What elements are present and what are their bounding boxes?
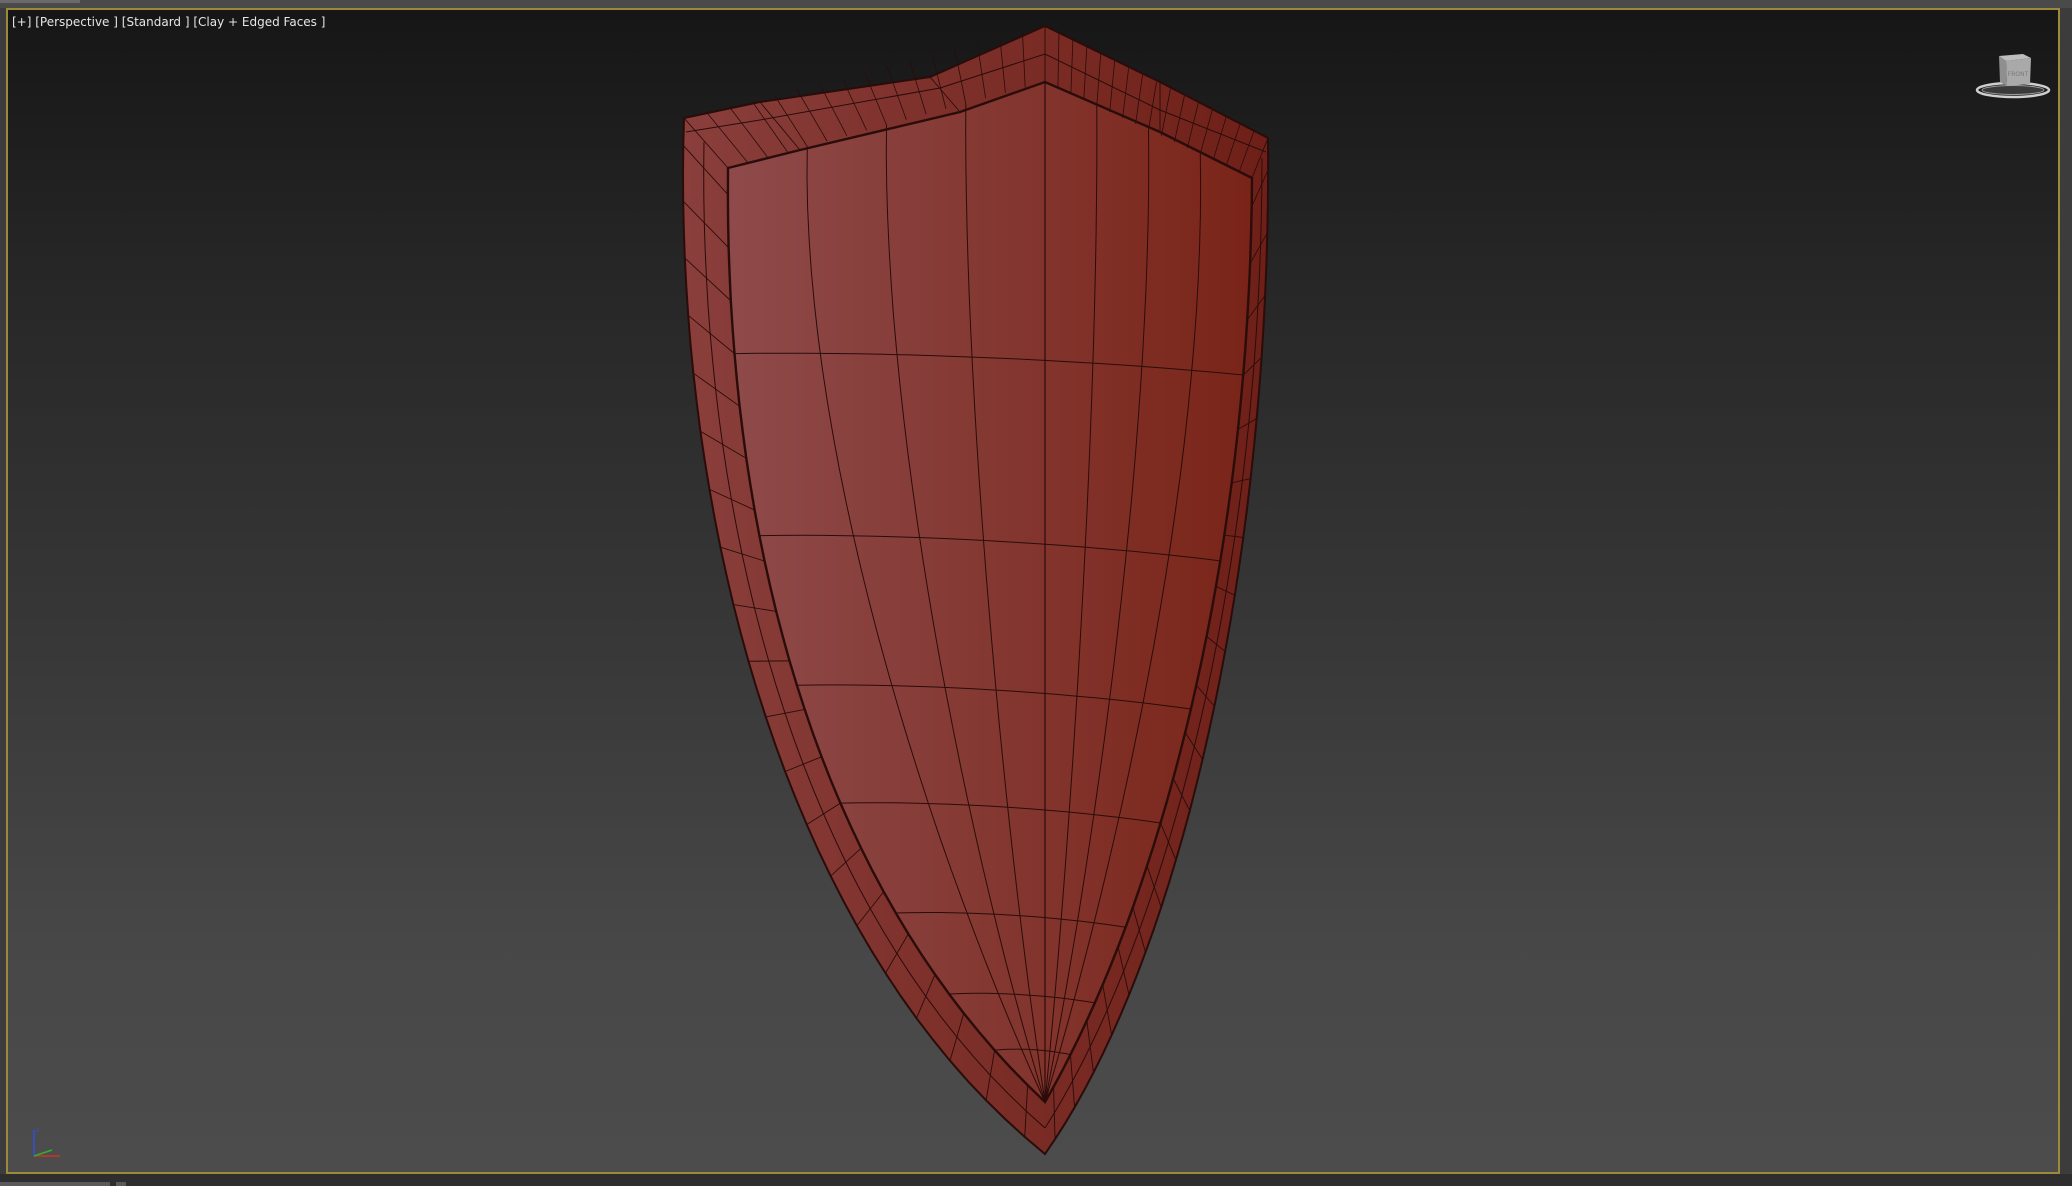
viewport-view-menu[interactable]: [Perspective ] <box>35 15 118 29</box>
scene-canvas[interactable] <box>8 10 2058 1172</box>
shield-mesh[interactable] <box>681 24 1270 1156</box>
axis-z-label: z <box>36 1127 39 1134</box>
viewport-label-menu[interactable]: [+] [Perspective ] [Standard ] [Clay + E… <box>12 15 325 29</box>
shield-face <box>726 80 1254 1104</box>
top-tab[interactable] <box>0 0 80 3</box>
bottom-status-strip <box>0 1174 2072 1186</box>
viewcube-icon[interactable]: FRONT <box>1968 46 2058 106</box>
top-toolbar-strip <box>0 0 2072 8</box>
bottom-tab-small[interactable] <box>116 1182 126 1186</box>
viewport-plus-menu[interactable]: [+] <box>12 15 31 29</box>
viewport-preset-menu[interactable]: [Standard ] <box>122 15 190 29</box>
axis-tripod-icon: z <box>33 1127 60 1157</box>
3d-modeling-app: [+] [Perspective ] [Standard ] [Clay + E… <box>0 0 2072 1186</box>
viewport-shading-menu[interactable]: [Clay + Edged Faces ] <box>193 15 325 29</box>
perspective-viewport[interactable]: [+] [Perspective ] [Standard ] [Clay + E… <box>6 8 2060 1174</box>
bottom-tab[interactable] <box>0 1182 110 1186</box>
viewcube-face-label: FRONT <box>2008 71 2029 78</box>
